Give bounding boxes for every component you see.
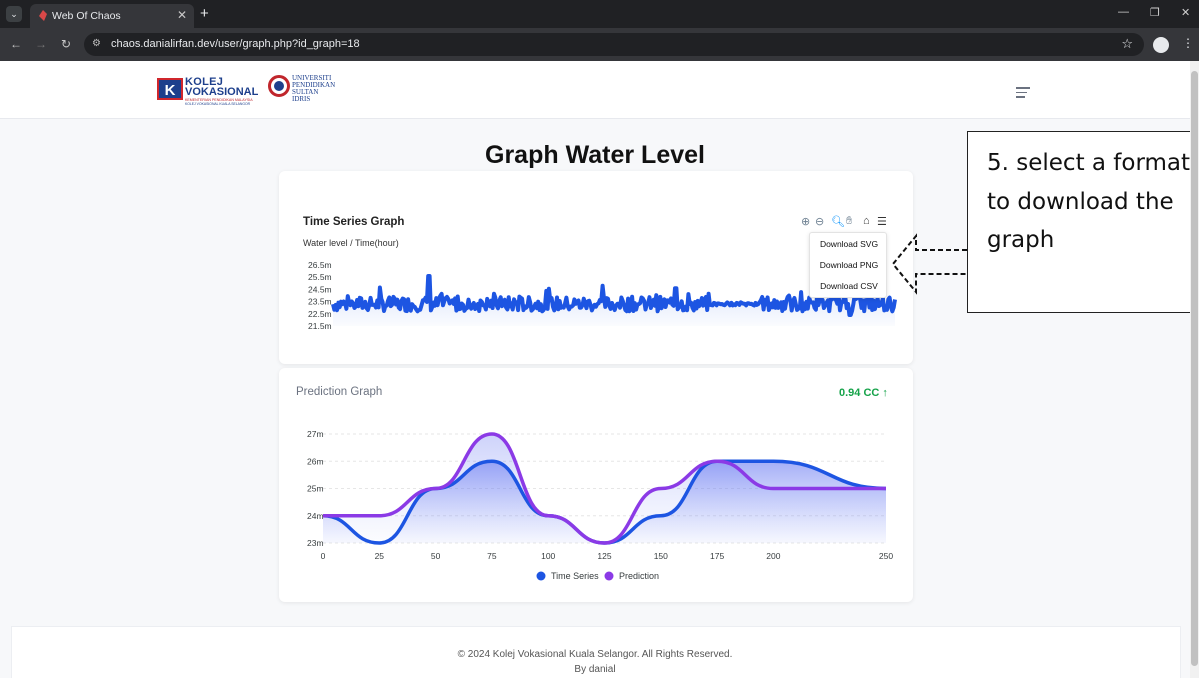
footer-author: By danial: [574, 664, 616, 675]
pred-ytick-label: 27m: [307, 429, 324, 439]
ts-ytick-label: 24.5m: [308, 284, 332, 294]
charts-svg: 26.5m 25.5m 24.5m 23.5m 22.5m 21.5m 27m 26m 25m…: [307, 233, 967, 581]
download-svg-option[interactable]: Download SVG: [810, 239, 888, 249]
prediction-chart: 27m 26m 25m 24m 23m 0 25 50 75 100 125 150 175 200 250…: [307, 429, 893, 581]
download-menu: Download SVG Download PNG Download CSV: [809, 232, 887, 298]
pred-xtick-label: 200: [766, 551, 780, 561]
download-png-option[interactable]: Download PNG: [810, 260, 888, 270]
pred-xtick-label: 0: [321, 551, 326, 561]
pred-xtick-label: 25: [375, 551, 385, 561]
instruction-callout: 5. select a format to download the graph: [967, 131, 1199, 313]
annotation-arrow: [891, 233, 967, 295]
ts-ytick-label: 25.5m: [308, 272, 332, 282]
pred-ytick-label: 26m: [307, 456, 324, 466]
pred-xtick-label: 175: [710, 551, 724, 561]
pred-ytick-label: 24m: [307, 511, 324, 521]
legend-marker-timeseries: [536, 571, 546, 581]
pred-xtick-label: 100: [541, 551, 555, 561]
timeseries-chart: 26.5m 25.5m 24.5m 23.5m 22.5m 21.5m: [308, 260, 897, 331]
instruction-text: 5. select a format to download the graph: [987, 150, 1191, 253]
ts-ytick-label: 21.5m: [308, 321, 332, 331]
pred-xtick-label: 50: [431, 551, 441, 561]
pred-xtick-label: 125: [597, 551, 611, 561]
pred-xtick-label: 150: [654, 551, 668, 561]
page-scrollbar[interactable]: [1190, 61, 1199, 678]
legend-label-prediction: Prediction: [619, 571, 659, 581]
legend-marker-prediction: [604, 571, 614, 581]
ts-ytick-label: 22.5m: [308, 309, 332, 319]
pred-ytick-label: 25m: [307, 484, 324, 494]
download-csv-option[interactable]: Download CSV: [810, 281, 888, 291]
pred-xtick-label: 250: [879, 551, 893, 561]
footer-copyright: © 2024 Kolej Vokasional Kuala Selangor. …: [457, 649, 733, 660]
legend-label-timeseries: Time Series: [551, 571, 599, 581]
pred-xtick-label: 75: [487, 551, 497, 561]
ts-ytick-label: 23.5m: [308, 297, 332, 307]
ts-ytick-label: 26.5m: [308, 260, 332, 270]
pred-ytick-label: 23m: [307, 538, 324, 548]
